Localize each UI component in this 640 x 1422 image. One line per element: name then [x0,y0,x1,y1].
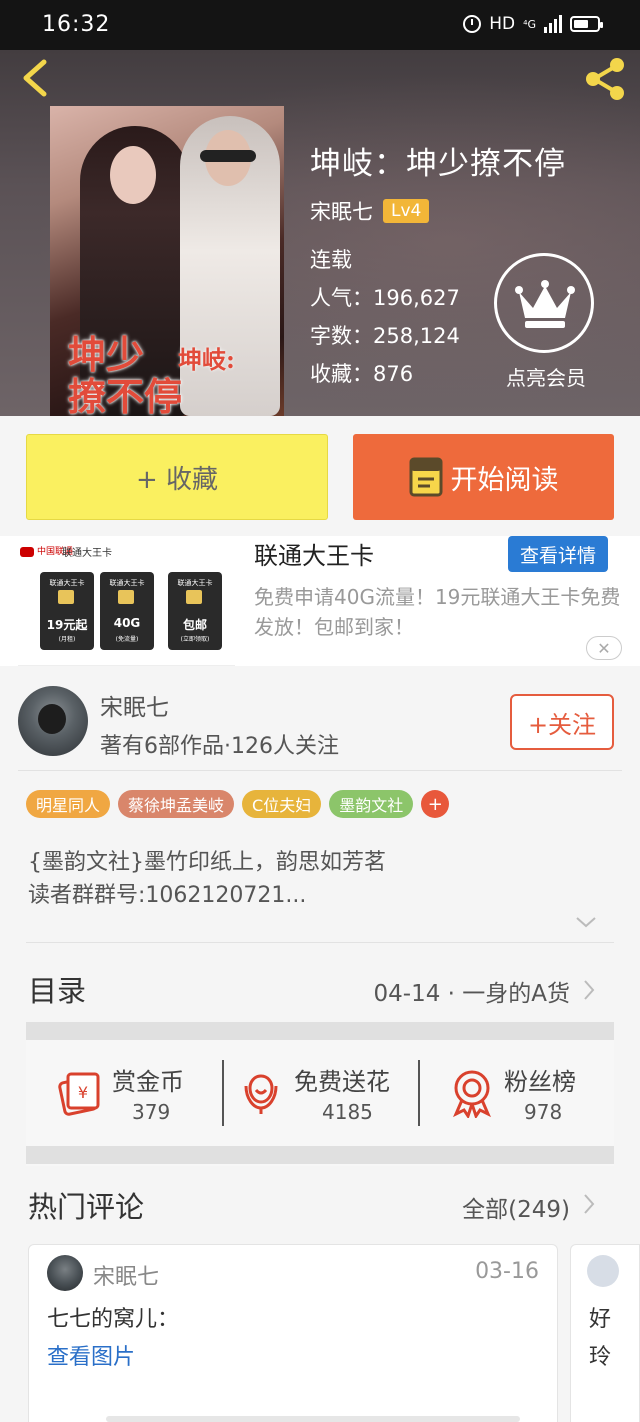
section-separator [26,1022,614,1040]
status-icons: HD ⁴G [463,14,603,34]
divider [18,770,622,771]
share-icon [586,58,624,100]
vip-button[interactable] [494,253,594,353]
comment-date: 03-16 [475,1259,539,1284]
tag-item[interactable]: 明星同人 [26,790,111,818]
chevron-right-icon [584,1194,595,1214]
book-intro[interactable]: {墨韵文社}墨竹印纸上，韵思如芳茗 读者群群号:1062120721... [28,846,618,912]
author-row: 宋眠七 Lv4 [310,196,430,226]
flower-icon [244,1074,278,1114]
favorites-stat: 收藏：876 [310,362,414,386]
all-comments-link[interactable]: 全部(249) [462,1190,570,1224]
ad-card: 联通大王卡 40G (免流量) [100,572,154,650]
cover-subtitle: 坤岐: [178,345,235,374]
ad-banner[interactable]: 中国联通 联通大王卡 联通大王卡 19元起 (月租) 联通大王卡 40G (免流量)… [0,536,640,666]
commenter-name[interactable]: 宋眠七 [93,1259,159,1291]
chevron-down-icon [576,917,596,928]
tag-item[interactable]: 墨韵文社 [329,790,414,818]
author-section[interactable]: 宋眠七 著有6部作品·126人关注 +关注 [0,678,640,770]
action-count: 4185 [322,1100,373,1124]
toc-label: 目录 [28,974,87,1008]
book-header: 16:32 HD ⁴G 坤岐: 坤少 撩不停 坤岐：坤少撩不停 宋眠七 Lv4 … [0,0,640,416]
ad-image[interactable]: 中国联通 联通大王卡 联通大王卡 19元起 (月租) 联通大王卡 40G (免流量)… [18,540,235,666]
cover-title: 坤少 撩不停 [68,332,183,417]
hot-comments-header: 热门评论 全部(249) [0,1178,640,1238]
view-image-link[interactable]: 查看图片 [47,1339,135,1371]
author-name[interactable]: 宋眠七 [310,196,373,226]
more-tags-button[interactable]: + [421,790,450,818]
serial-status: 连载 [310,248,352,272]
action-count: 379 [132,1100,171,1124]
comment-card[interactable]: 宋眠七 03-16 七七的窝儿： 查看图片 [28,1244,558,1422]
action-label: 免费送花 [294,1068,390,1096]
ad-title: 联通大王卡 [254,542,374,570]
medal-icon [453,1070,491,1118]
comment-text: 玲 [589,1345,612,1370]
signal-type: ⁴G [523,17,536,31]
start-reading-button[interactable]: 开始阅读 [353,434,614,520]
intro-line: {墨韵文社}墨竹印纸上，韵思如芳茗 [28,850,386,875]
follow-button[interactable]: +关注 [510,694,614,750]
ad-card: 联通大王卡 包邮 (立即领取) [168,572,222,650]
intro-line: 读者群群号:1062120721... [28,883,307,908]
status-bar: 16:32 HD ⁴G [0,0,640,50]
svg-text:¥: ¥ [78,1083,88,1102]
commenter-avatar[interactable] [47,1255,83,1291]
network-type: HD [489,14,516,34]
popularity-stat: 人气：196,627 [310,286,460,310]
ad-detail-button[interactable]: 查看详情 [508,536,608,572]
share-button[interactable] [580,56,630,102]
commenter-avatar[interactable] [587,1255,619,1287]
action-count: 978 [524,1100,563,1124]
latest-chapter: 04-14 · 一身的A货 [373,981,571,1007]
fan-ranking-button[interactable]: 粉丝榜 978 [420,1058,614,1148]
ad-card: 联通大王卡 19元起 (月租) [40,572,94,650]
tag-item[interactable]: 蔡徐坤孟美岐 [118,790,235,818]
action-label: 粉丝榜 [504,1068,576,1096]
word-count-stat: 字数：258,124 [310,324,460,348]
tag-item[interactable]: C位夫妇 [242,790,322,818]
main-content: + 收藏 开始阅读 中国联通 联通大王卡 联通大王卡 19元起 (月租) 联通大王… [0,416,640,1422]
comment-text: 七七的窝儿： [47,1307,180,1332]
ad-brand: 联通大王卡 [62,548,112,559]
back-button[interactable] [18,58,54,98]
book-icon [409,457,442,497]
start-reading-label: 开始阅读 [450,464,559,496]
comment-text: 好 [589,1307,612,1332]
coin-envelope-icon: ¥ [58,1072,100,1116]
battery-icon [570,16,603,32]
ad-close-button[interactable]: ✕ [586,636,622,660]
scroll-indicator [106,1416,520,1422]
book-cover[interactable]: 坤岐: 坤少 撩不停 [50,106,284,416]
action-label: 赏金币 [112,1068,184,1096]
author-avatar[interactable] [18,686,88,756]
book-title: 坤岐：坤少撩不停 [310,146,566,182]
hot-comments-label: 热门评论 [28,1190,145,1224]
collect-button[interactable]: + 收藏 [26,434,328,520]
level-badge: Lv4 [383,199,430,223]
author-section-name: 宋眠七 [100,695,169,721]
crown-icon [515,280,575,328]
chevron-right-icon [584,980,595,1000]
tag-list: 明星同人 蔡徐坤孟美岐 C位夫妇 墨韵文社 + [26,790,450,818]
chevron-left-icon [23,59,47,97]
signal-icon [544,15,562,33]
reward-coin-button[interactable]: ¥ 赏金币 379 [26,1058,222,1148]
expand-intro-button[interactable] [574,914,598,930]
author-summary: 著有6部作品·126人关注 [100,734,339,759]
status-time: 16:32 [42,12,111,37]
comment-card[interactable]: 好 玲 [570,1244,640,1422]
section-separator [26,1146,614,1164]
vip-label: 点亮会员 [506,366,586,390]
free-flower-button[interactable]: 免费送花 4185 [224,1058,416,1148]
alarm-icon [463,15,482,33]
divider [26,942,614,943]
table-of-contents-row[interactable]: 目录 04-14 · 一身的A货 [0,952,640,1032]
ad-description: 免费申请40G流量！19元联通大王卡免费发放！包邮到家！ [254,585,621,639]
